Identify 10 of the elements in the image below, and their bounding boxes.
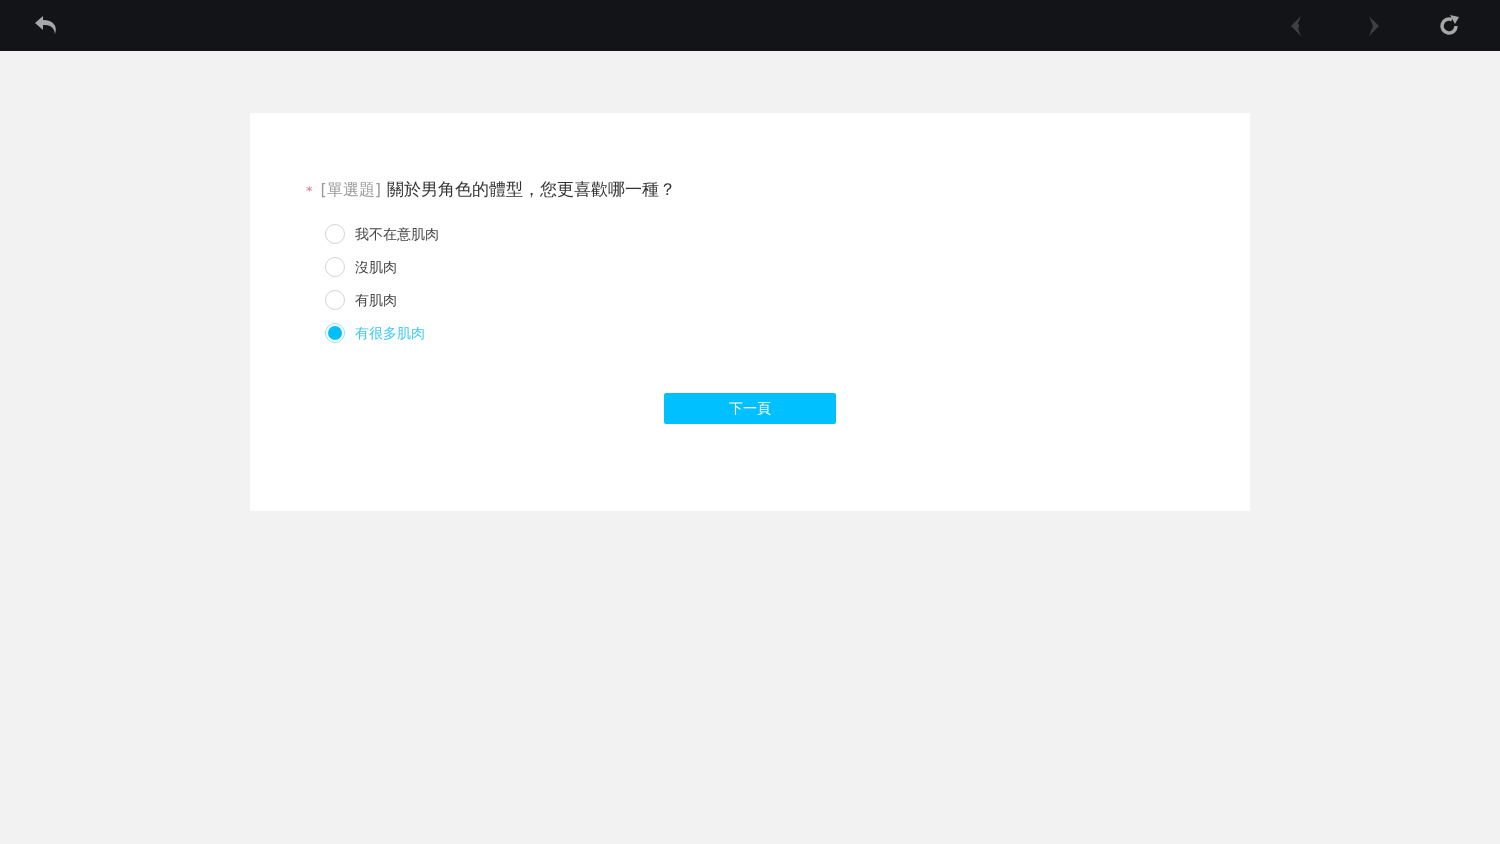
- question-title: 關於男角色的體型，您更喜歡哪一種？: [387, 178, 676, 201]
- question-type-label: [單選題]: [320, 179, 381, 201]
- refresh-icon: [1437, 13, 1461, 38]
- radio-option[interactable]: 有肌肉: [325, 288, 1194, 312]
- radio-option[interactable]: 我不在意肌肉: [325, 222, 1194, 246]
- radio-button[interactable]: [325, 290, 345, 310]
- radio-button[interactable]: [325, 224, 345, 244]
- radio-button[interactable]: [325, 257, 345, 277]
- radio-option[interactable]: 沒肌肉: [325, 255, 1194, 279]
- required-mark: *: [306, 182, 313, 200]
